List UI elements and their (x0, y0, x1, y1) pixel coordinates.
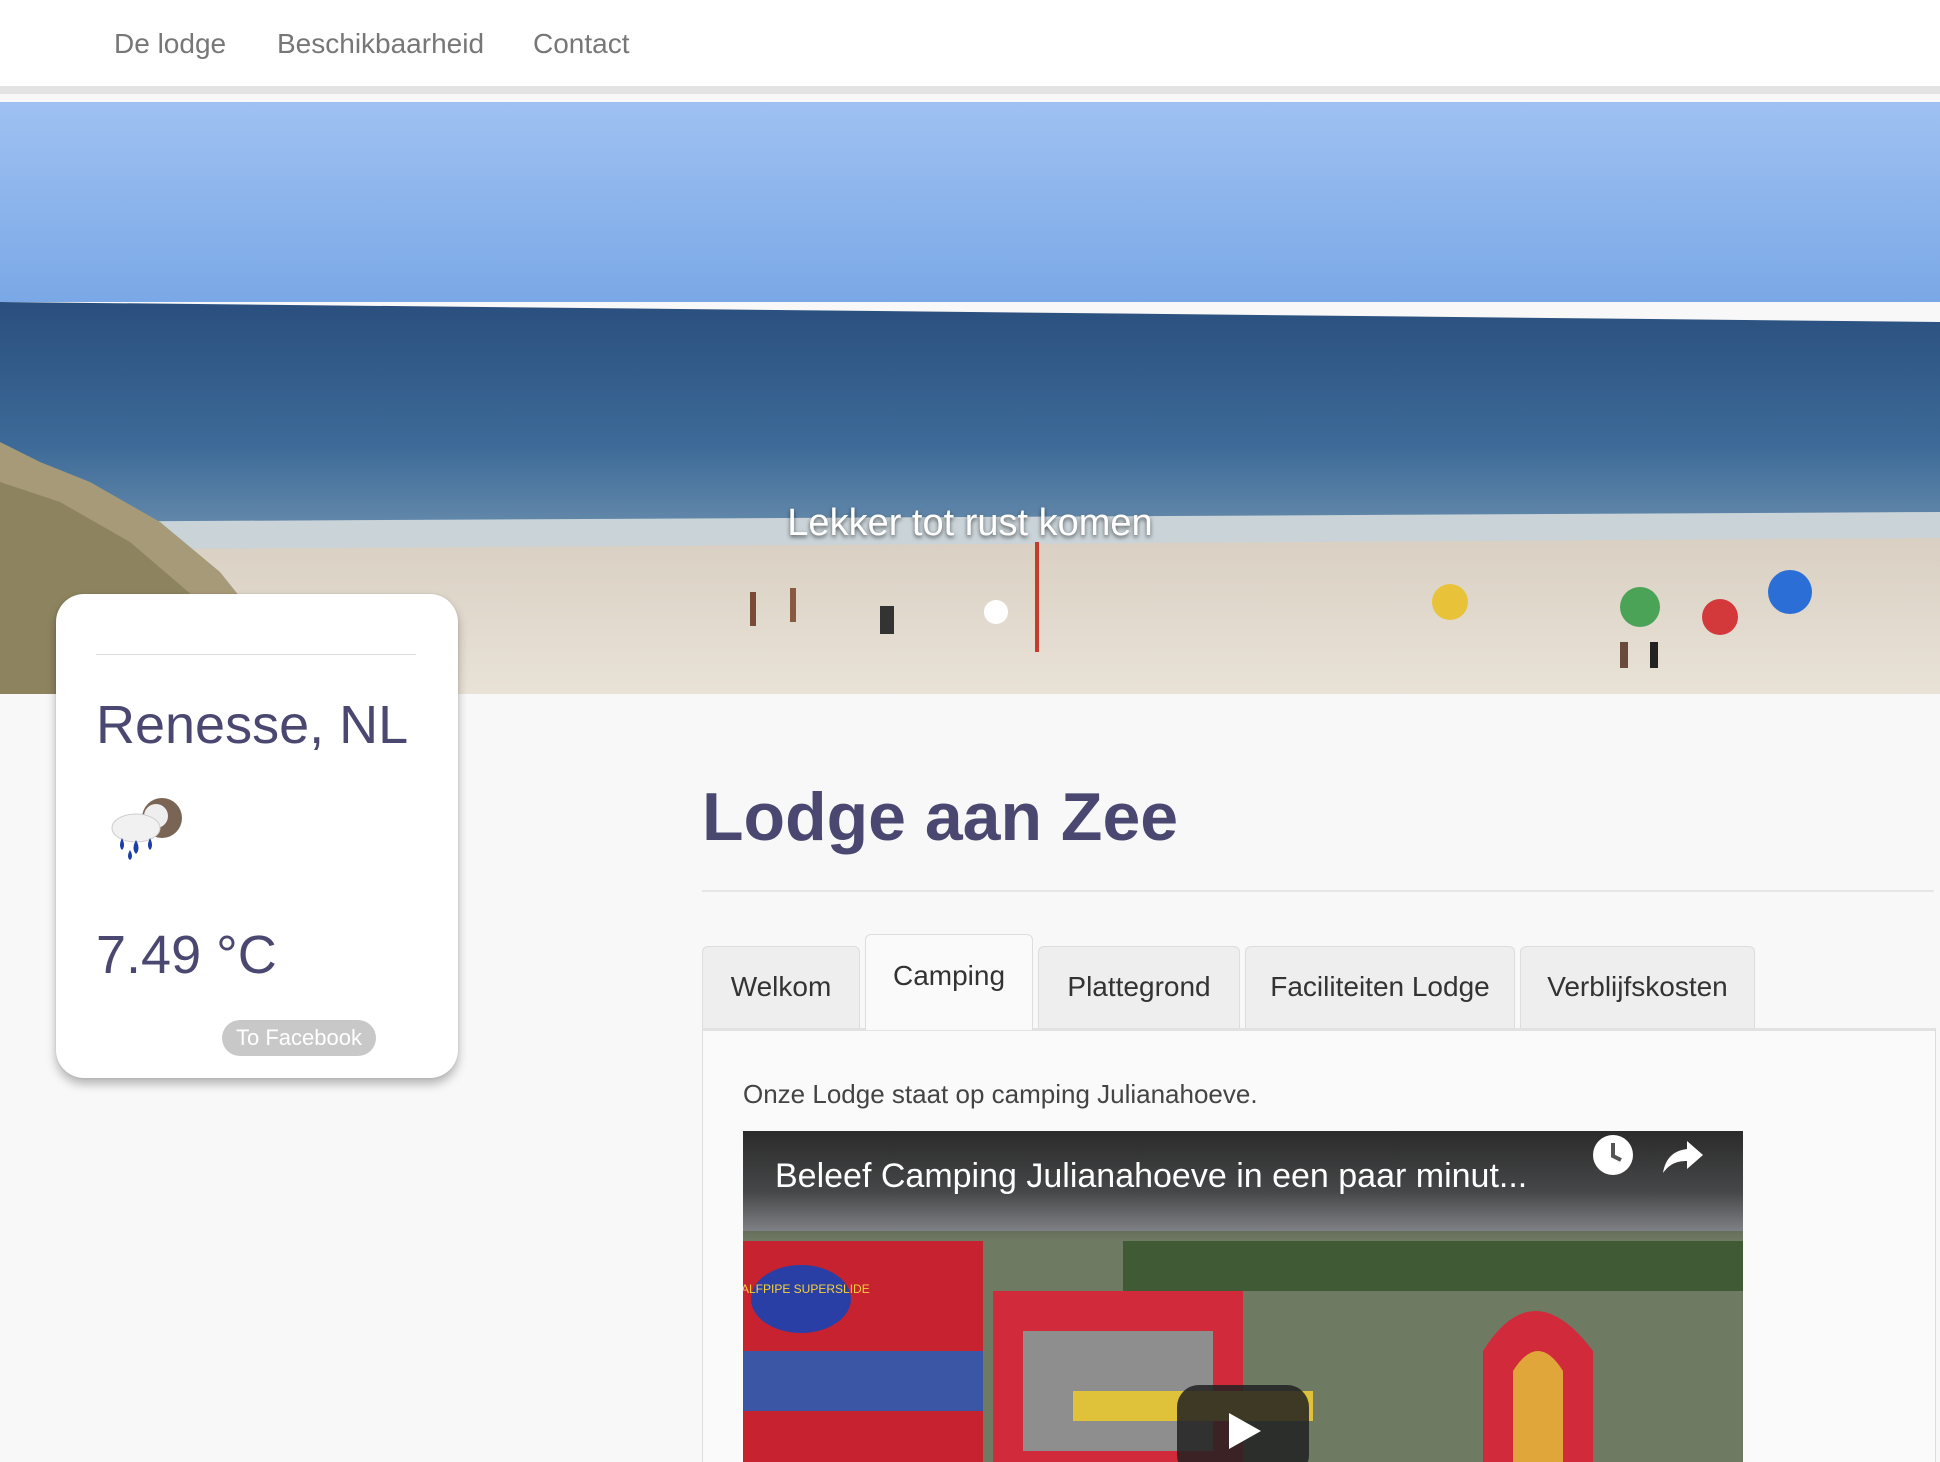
video-badge-text: HALFPIPE SUPERSLIDE (743, 1282, 870, 1296)
weather-divider (96, 654, 416, 655)
carousel-indicator-dot[interactable] (984, 600, 1008, 624)
rain-cloud-icon (111, 798, 182, 860)
tab-welkom[interactable]: Welkom (702, 946, 860, 1028)
nav-link-de-lodge[interactable]: De lodge (114, 28, 226, 60)
title-divider (702, 890, 1934, 892)
weather-city: Renesse, NL (96, 695, 409, 755)
weather-temperature: 7.49 °C (96, 925, 277, 985)
play-button[interactable] (1177, 1385, 1309, 1462)
camping-description: Onze Lodge staat op camping Julianahoeve… (743, 1079, 1258, 1109)
tab-faciliteiten-lodge[interactable]: Faciliteiten Lodge (1245, 946, 1515, 1028)
tab-plattegrond[interactable]: Plattegrond (1038, 946, 1240, 1028)
page-title: Lodge aan Zee (702, 779, 1179, 855)
nav-link-contact[interactable]: Contact (533, 28, 630, 60)
tab-camping[interactable]: Camping (865, 934, 1033, 1030)
watch-later-icon[interactable] (1589, 1131, 1637, 1179)
video-title[interactable]: Beleef Camping Julianahoeve in een paar … (775, 1157, 1527, 1196)
weather-widget: Renesse, NL 7.49 °C To Facebook (56, 594, 458, 1078)
facebook-button[interactable]: To Facebook (222, 1020, 376, 1056)
tab-verblijfskosten[interactable]: Verblijfskosten (1520, 946, 1755, 1028)
play-icon (1229, 1413, 1261, 1449)
share-icon[interactable] (1659, 1131, 1707, 1179)
video-player[interactable]: HALFPIPE SUPERSLIDE Beleef Camping Julia… (743, 1131, 1743, 1462)
tab-panel-camping: Onze Lodge staat op camping Julianahoeve… (702, 1028, 1936, 1462)
top-navbar: De lodge Beschikbaarheid Contact (0, 0, 1940, 94)
hero-caption: Lekker tot rust komen (787, 502, 1153, 544)
nav-link-beschikbaarheid[interactable]: Beschikbaarheid (277, 28, 484, 60)
